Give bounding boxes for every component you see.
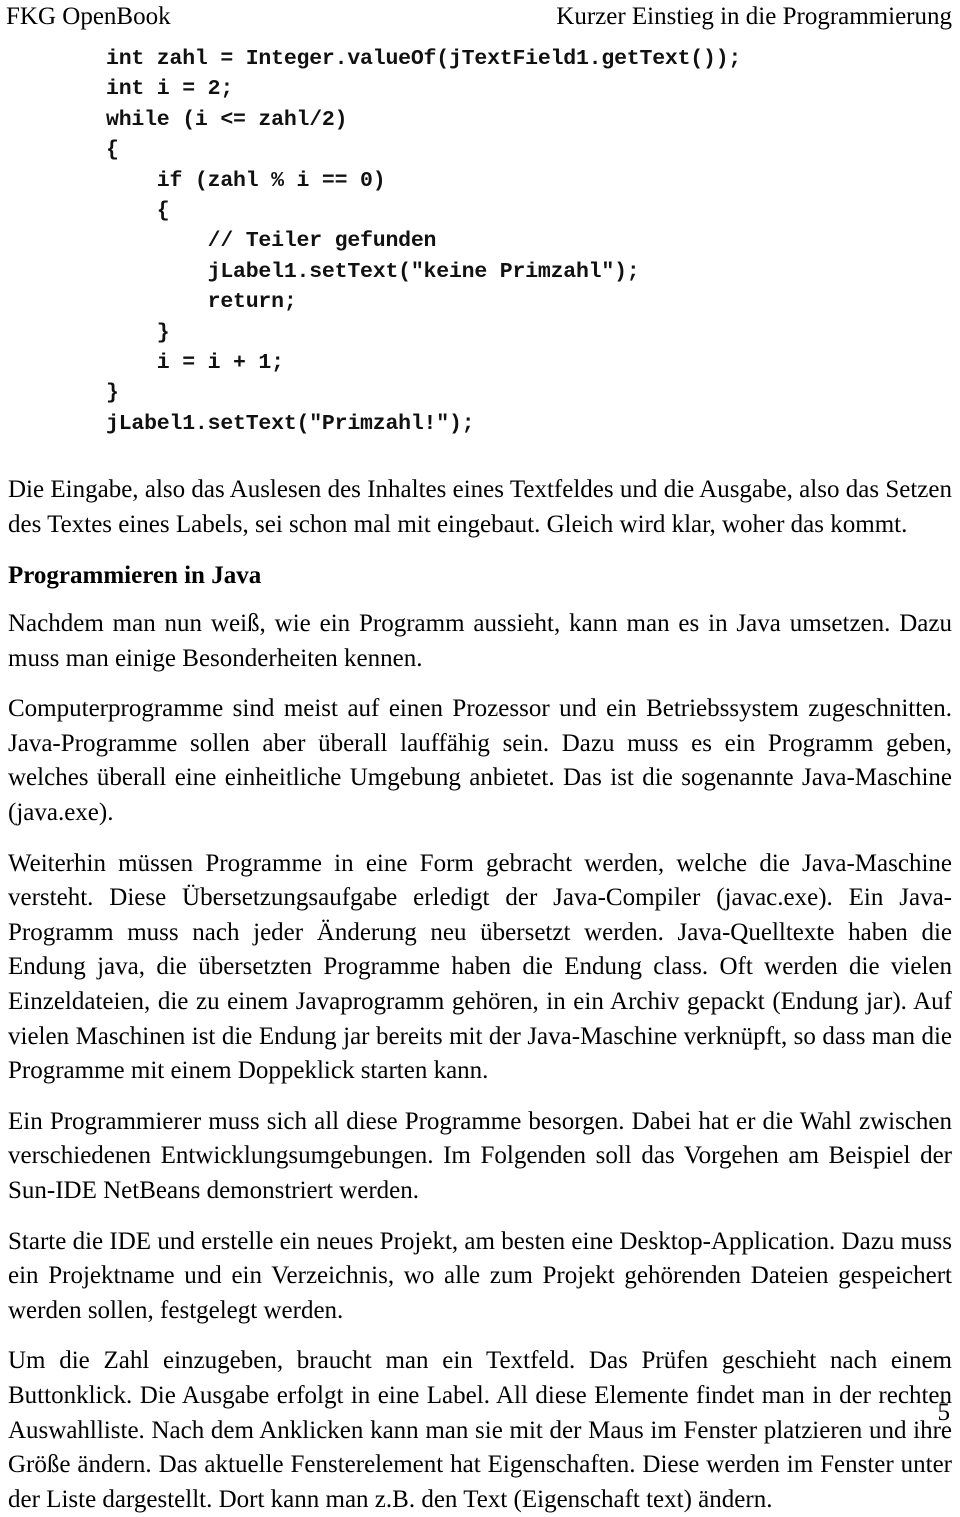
code-lines: int zahl = Integer.valueOf(jTextField1.g… [106, 44, 952, 439]
paragraph-entwicklungsumgebungen: Ein Programmierer muss sich all diese Pr… [8, 1107, 952, 1204]
code-line: // Teiler gefunden [106, 229, 437, 254]
code-line: while (i <= zahl/2) [106, 107, 348, 132]
code-line: { [106, 199, 170, 224]
code-line: } [106, 320, 170, 345]
code-spacer [8, 439, 952, 473]
page-content: int zahl = Integer.valueOf(jTextField1.g… [8, 44, 952, 1517]
code-line: return; [106, 290, 297, 315]
paragraph-java-maschine: Computerprogramme sind meist auf einen P… [8, 695, 952, 827]
code-line: int i = 2; [106, 77, 234, 102]
code-line: i = i + 1; [106, 351, 284, 376]
running-header: FKG OpenBook Kurzer Einstieg in die Prog… [6, 2, 952, 32]
header-chapter-title: Kurzer Einstieg in die Programmierung [556, 3, 952, 30]
code-line: { [106, 138, 119, 163]
paragraph-eingabe-ausgabe: Die Eingabe, also das Auslesen des Inhal… [8, 476, 952, 538]
code-line: jLabel1.setText("Primzahl!"); [106, 411, 475, 436]
header-book-title: FKG OpenBook [6, 3, 171, 30]
code-line: if (zahl % i == 0) [106, 168, 386, 193]
document-page: FKG OpenBook Kurzer Einstieg in die Prog… [0, 0, 960, 1513]
paragraph-gui-elemente: Um die Zahl einzugeben, braucht man ein … [8, 1347, 952, 1513]
paragraph-neues-projekt: Starte die IDE und erstelle ein neues Pr… [8, 1227, 952, 1324]
heading-programmieren-in-java: Programmieren in Java [8, 562, 262, 590]
paragraph-java-compiler: Weiterhin müssen Programme in eine Form … [8, 849, 952, 1085]
page-number: 5 [937, 1399, 951, 1426]
code-line: } [106, 381, 119, 406]
code-line: int zahl = Integer.valueOf(jTextField1.g… [106, 47, 742, 71]
paragraph-besonderheiten: Nachdem man nun weiß, wie ein Programm a… [8, 610, 952, 672]
java-code-listing: int zahl = Integer.valueOf(jTextField1.g… [8, 44, 952, 439]
code-line: jLabel1.setText("keine Primzahl"); [106, 259, 640, 284]
